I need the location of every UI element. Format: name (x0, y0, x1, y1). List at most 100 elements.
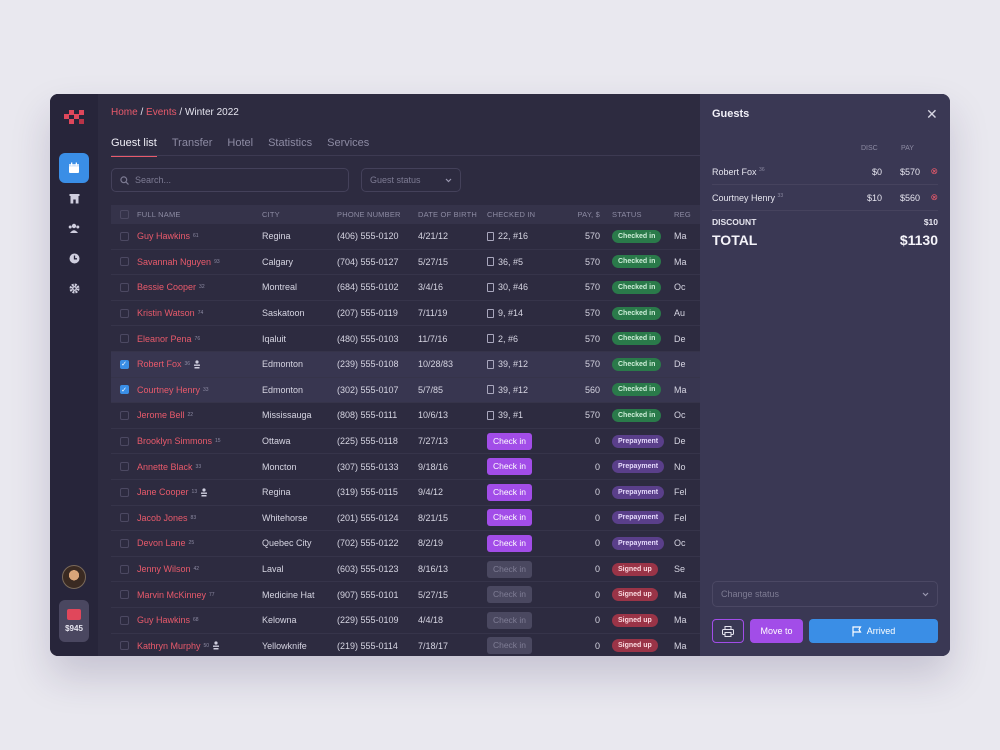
col-pay[interactable]: PAY, $ (562, 210, 600, 219)
nav-users[interactable] (59, 213, 89, 243)
logo[interactable] (64, 110, 84, 124)
select-all-checkbox[interactable] (119, 210, 129, 219)
tab-guest-list[interactable]: Guest list (111, 137, 157, 157)
guest-name-cell[interactable]: Robert Fox 36 (137, 359, 262, 369)
row-checkbox[interactable]: ✓ (119, 359, 129, 369)
table-row[interactable]: Guy Hawkins 68 Kelowna (229) 555-0109 4/4/18… (111, 608, 700, 634)
row-checkbox[interactable] (119, 334, 129, 344)
table-row[interactable]: Annette Black 33 Moncton (307) 555-0133 9/18… (111, 454, 700, 480)
guest-name-cell[interactable]: Guy Hawkins 68 (137, 615, 262, 625)
guest-name-cell[interactable]: Jacob Jones 83 (137, 513, 262, 523)
guest-name-cell[interactable]: Marvin McKinney 77 (137, 590, 262, 600)
guest-name[interactable]: Jane Cooper (137, 487, 189, 497)
table-row[interactable]: Eleanor Pena 76 Iqaluit (480) 555-0103 11/7/… (111, 326, 700, 352)
table-row[interactable]: ✓ Courtney Henry 33 Edmonton (302) 555-0107 5… (111, 377, 700, 404)
print-button[interactable] (712, 619, 744, 643)
guest-name-cell[interactable]: Guy Hawkins 61 (137, 231, 262, 241)
check-in-button[interactable]: Check in (487, 534, 532, 552)
nav-history[interactable] (59, 243, 89, 273)
guest-name-cell[interactable]: Kristin Watson 74 (137, 308, 262, 318)
guest-name-cell[interactable]: Jerome Bell 22 (137, 410, 262, 420)
breadcrumb-home[interactable]: Home (111, 107, 138, 118)
guest-name[interactable]: Robert Fox (137, 359, 182, 369)
row-checkbox[interactable] (119, 564, 129, 574)
tab-statistics[interactable]: Statistics (268, 137, 312, 157)
guest-name-cell[interactable]: Devon Lane 25 (137, 538, 262, 548)
row-checkbox[interactable] (119, 590, 129, 600)
row-checkbox[interactable] (119, 641, 129, 651)
table-row[interactable]: Brooklyn Simmons 15 Ottawa (225) 555-0118 7/… (111, 429, 700, 455)
guest-name-cell[interactable]: Annette Black 33 (137, 462, 262, 472)
row-checkbox[interactable] (119, 538, 129, 548)
guest-name-cell[interactable]: Courtney Henry 33 (137, 385, 262, 395)
tab-services[interactable]: Services (327, 137, 369, 157)
breadcrumb-events[interactable]: Events (146, 107, 177, 118)
guest-name-cell[interactable]: Brooklyn Simmons 15 (137, 436, 262, 446)
guest-name[interactable]: Jenny Wilson (137, 564, 191, 574)
table-row[interactable]: Marvin McKinney 77 Medicine Hat (907) 555-0… (111, 582, 700, 608)
table-row[interactable]: Bessie Cooper 32 Montreal (684) 555-0102 3/4… (111, 275, 700, 301)
row-checkbox[interactable]: ✓ (119, 385, 129, 395)
guest-name-cell[interactable]: Jenny Wilson 42 (137, 564, 262, 574)
col-phone[interactable]: PHONE NUMBER (337, 210, 418, 219)
guest-name-cell[interactable]: Eleanor Pena 76 (137, 334, 262, 344)
col-checked-in[interactable]: CHECKED IN (487, 210, 562, 219)
guest-name[interactable]: Devon Lane (137, 538, 186, 548)
close-icon[interactable]: ✕ (926, 106, 938, 123)
guest-status-select[interactable]: Guest status (361, 168, 461, 192)
guest-name-cell[interactable]: Jane Cooper 13 (137, 487, 262, 497)
row-checkbox[interactable] (119, 462, 129, 472)
table-row[interactable]: Jane Cooper 13 Regina (319) 555-0115 9/4/12 C… (111, 480, 700, 506)
guest-name-cell[interactable]: Kathryn Murphy 50 (137, 641, 262, 651)
col-status[interactable]: STATUS (600, 210, 674, 219)
guest-name[interactable]: Eleanor Pena (137, 334, 192, 344)
nav-hotel[interactable] (59, 183, 89, 213)
table-row[interactable]: Savannah Nguyen 93 Calgary (704) 555-0127 5/… (111, 250, 700, 276)
search-input[interactable]: Search... (111, 168, 349, 192)
guest-name[interactable]: Courtney Henry (137, 385, 200, 395)
row-checkbox[interactable] (119, 308, 129, 318)
guest-name[interactable]: Annette Black (137, 462, 193, 472)
guest-name[interactable]: Kathryn Murphy (137, 641, 201, 651)
check-in-button[interactable]: Check in (487, 432, 532, 450)
table-row[interactable]: Guy Hawkins 61 Regina (406) 555-0120 4/21/12… (111, 224, 700, 250)
guest-name[interactable]: Marvin McKinney (137, 590, 206, 600)
row-checkbox[interactable] (119, 410, 129, 420)
row-checkbox[interactable] (119, 615, 129, 625)
guest-name-cell[interactable]: Savannah Nguyen 93 (137, 257, 262, 267)
nav-calendar[interactable] (59, 153, 89, 183)
remove-icon[interactable]: ⊗ (920, 166, 938, 177)
guest-name[interactable]: Kristin Watson (137, 308, 195, 318)
nav-settings[interactable] (59, 273, 89, 303)
row-checkbox[interactable] (119, 231, 129, 241)
change-status-select[interactable]: Change status (712, 581, 938, 607)
avatar[interactable] (62, 565, 86, 589)
col-dob[interactable]: DATE OF BIRTH (418, 210, 487, 219)
tab-transfer[interactable]: Transfer (172, 137, 213, 157)
row-checkbox[interactable] (119, 487, 129, 497)
table-row[interactable]: ✓ Robert Fox 36 Edmonton (239) 555-0108 10/28… (111, 351, 700, 378)
row-checkbox[interactable] (119, 257, 129, 267)
col-full-name[interactable]: FULL NAME (137, 210, 262, 219)
check-in-button[interactable]: Check in (487, 458, 532, 476)
col-city[interactable]: CITY (262, 210, 337, 219)
table-row[interactable]: Jacob Jones 83 Whitehorse (201) 555-0124 8/2… (111, 506, 700, 532)
check-in-button[interactable]: Check in (487, 483, 532, 501)
guest-name[interactable]: Jerome Bell (137, 410, 185, 420)
wallet-button[interactable]: $945 (59, 600, 89, 642)
table-row[interactable]: Jenny Wilson 42 Laval (603) 555-0123 8/16/13… (111, 557, 700, 583)
table-row[interactable]: Kristin Watson 74 Saskatoon (207) 555-0119 7… (111, 301, 700, 327)
row-checkbox[interactable] (119, 282, 129, 292)
remove-icon[interactable]: ⊗ (920, 192, 938, 203)
arrived-button[interactable]: Arrived (809, 619, 938, 643)
table-row[interactable]: Jerome Bell 22 Mississauga (808) 555-0111 10… (111, 403, 700, 429)
guest-name[interactable]: Jacob Jones (137, 513, 188, 523)
tab-hotel[interactable]: Hotel (227, 137, 253, 157)
guest-name[interactable]: Guy Hawkins (137, 615, 190, 625)
row-checkbox[interactable] (119, 513, 129, 523)
move-to-button[interactable]: Move to (750, 619, 803, 643)
guest-name[interactable]: Bessie Cooper (137, 282, 196, 292)
guest-name[interactable]: Savannah Nguyen (137, 257, 211, 267)
table-row[interactable]: Kathryn Murphy 50 Yellowknife (219) 555-011… (111, 634, 700, 657)
row-checkbox[interactable] (119, 436, 129, 446)
